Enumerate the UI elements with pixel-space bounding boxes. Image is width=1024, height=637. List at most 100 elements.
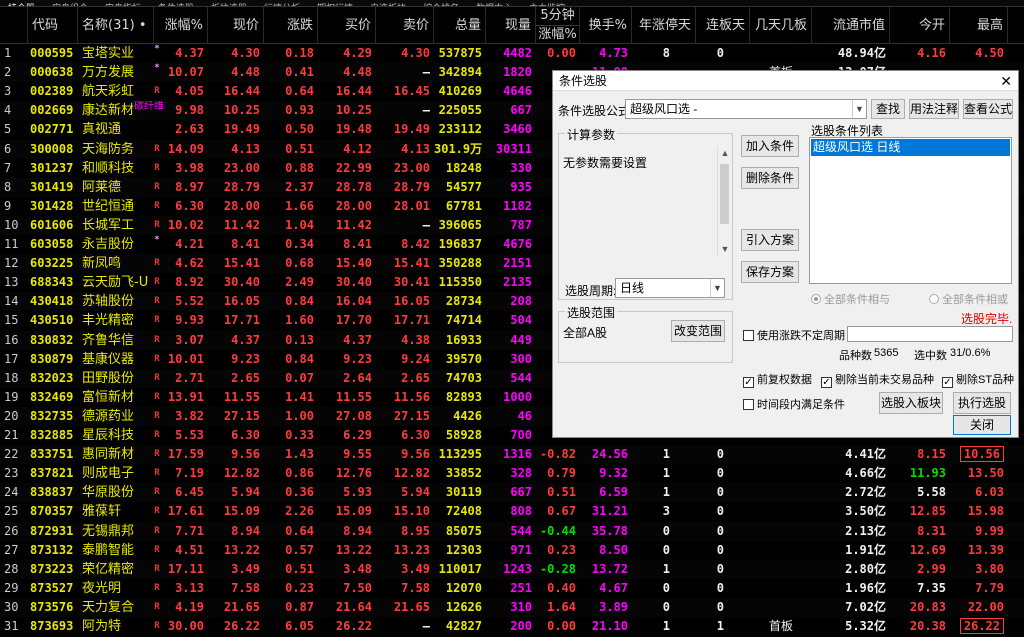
- params-scrollbar[interactable]: ▲ ▼: [717, 146, 731, 256]
- pct-change: 4.51: [175, 542, 204, 557]
- table-row[interactable]: 28 873223 荣亿精密 17.11 3.49 0.51 3.48 3.49 110017 1…: [0, 559, 1024, 579]
- change: 0.51: [285, 561, 314, 576]
- table-row[interactable]: 24 838837 华原股份 6.45 5.94 0.36 5.93 5.94 30119 667…: [0, 483, 1024, 503]
- col-5min[interactable]: 5分钟 涨幅%: [536, 7, 580, 44]
- current-volume: 330: [510, 160, 532, 175]
- table-row[interactable]: 30 873576 天力复合 4.19 21.65 0.87 21.64 21.65 12626…: [0, 597, 1024, 617]
- chevron-down-icon[interactable]: ▼: [710, 279, 724, 297]
- stock-flag: *: [154, 44, 160, 54]
- col-cur[interactable]: 现量: [486, 7, 536, 44]
- consecutive-boards: 0: [716, 466, 724, 481]
- col-pct[interactable]: 涨幅%: [154, 7, 208, 44]
- usage-notes-button[interactable]: 用法注释: [909, 99, 959, 119]
- condition-list-item[interactable]: 超级风口选 日线: [811, 139, 1010, 156]
- row-index: 2: [4, 65, 12, 80]
- table-row[interactable]: 31 873693 阿为特 30.00 26.22 6.05 26.22 — 42827 200 0…: [0, 617, 1024, 637]
- checkbox-untraded[interactable]: ✓ 剔除当前未交易品种: [821, 371, 934, 388]
- checkbox-time-period[interactable]: 时间段内满足条件: [743, 396, 845, 412]
- radio-all-and[interactable]: 全部条件相与: [811, 291, 890, 307]
- close-icon[interactable]: ✕: [1000, 71, 1012, 91]
- current-volume: 1820: [503, 65, 532, 80]
- formula-select[interactable]: 超级风口选 - ▼: [625, 99, 867, 119]
- bid: 19.48: [335, 122, 372, 137]
- row-index: 10: [4, 217, 19, 232]
- col-consecutive[interactable]: 连板天: [696, 7, 750, 44]
- change-range-button[interactable]: 改变范围: [671, 320, 725, 342]
- checkbox-st[interactable]: ✓ 剔除ST品种: [942, 371, 1014, 388]
- table-row[interactable]: 25 870357 雅葆轩 17.61 15.09 2.26 15.09 15.10 72408…: [0, 502, 1024, 522]
- table-row[interactable]: 23 837821 则成电子 7.19 12.82 0.86 12.76 12.82 33852…: [0, 464, 1024, 484]
- col-ask[interactable]: 卖价: [376, 7, 434, 44]
- col-chg[interactable]: 涨跌: [264, 7, 318, 44]
- open-price: 12.85: [909, 504, 946, 519]
- delete-condition-button[interactable]: 删除条件: [741, 167, 799, 189]
- count-value: 5365: [874, 347, 899, 359]
- radio-all-or[interactable]: 全部条件相或: [929, 291, 1008, 307]
- checkbox-box[interactable]: [743, 330, 754, 341]
- scroll-down-icon[interactable]: ▼: [718, 244, 732, 254]
- stock-flag: R: [154, 621, 160, 631]
- turnover: 4.73: [599, 46, 628, 60]
- ask: 8.95: [401, 523, 430, 538]
- stock-flag: R: [154, 143, 160, 154]
- stock-code: 603058: [30, 237, 74, 251]
- run-screen-button[interactable]: 执行选股: [953, 392, 1011, 414]
- find-button[interactable]: 查找: [871, 99, 905, 119]
- indefinite-period-input[interactable]: [847, 326, 1013, 342]
- radio-all-or-dot[interactable]: [929, 294, 939, 304]
- high-price: 7.79: [975, 580, 1004, 595]
- period-select[interactable]: 日线 ▼: [615, 278, 725, 298]
- scroll-up-icon[interactable]: ▲: [718, 148, 732, 158]
- checkbox-box[interactable]: [743, 399, 754, 410]
- add-to-block-button[interactable]: 选股入板块: [879, 392, 943, 414]
- checkbox-box[interactable]: ✓: [942, 377, 953, 388]
- row-index: 7: [4, 160, 12, 175]
- checkbox-box[interactable]: ✓: [743, 377, 754, 388]
- view-formula-button[interactable]: 查看公式: [963, 99, 1013, 119]
- stock-code: 002669: [30, 103, 74, 118]
- checkbox-box[interactable]: ✓: [821, 377, 832, 388]
- row-index: 21: [4, 428, 19, 442]
- change: 1.04: [285, 217, 314, 232]
- col-turnover[interactable]: 换手%: [580, 7, 632, 44]
- ask: 23.00: [393, 160, 430, 175]
- add-condition-button[interactable]: 加入条件: [741, 135, 799, 157]
- col-price[interactable]: 现价: [208, 7, 264, 44]
- row-index: 25: [4, 504, 19, 519]
- checkbox-indefinite-period[interactable]: 使用涨跌不定周期: [743, 327, 845, 343]
- turnover: 6.59: [599, 485, 628, 500]
- current-volume: 328: [510, 466, 532, 481]
- table-row[interactable]: 22 833751 惠同新材 17.59 9.56 1.43 9.55 9.56 113295 1…: [0, 445, 1024, 465]
- col-name[interactable]: 名称(31) •: [78, 7, 154, 44]
- scroll-thumb[interactable]: [720, 164, 729, 224]
- import-plan-button[interactable]: 引入方案: [741, 229, 799, 251]
- stock-name: 长城军工: [82, 217, 135, 233]
- turnover: 4.67: [599, 580, 628, 595]
- table-row[interactable]: 29 873527 夜光明 3.13 7.58 0.23 7.50 7.58 12070 251 0…: [0, 578, 1024, 598]
- col-mcap[interactable]: 流通市值: [812, 7, 890, 44]
- stock-flag: R: [154, 410, 160, 421]
- col-open[interactable]: 今开: [890, 7, 950, 44]
- radio-all-and-dot[interactable]: [811, 294, 821, 304]
- table-row[interactable]: 27 873132 泰鹏智能 4.51 13.22 0.57 13.22 13.23 12303…: [0, 540, 1024, 560]
- high-price-value: 26.22: [959, 618, 1004, 634]
- col-high[interactable]: 最高: [950, 7, 1008, 44]
- ask: 4.30: [401, 46, 430, 60]
- col-code[interactable]: 代码: [28, 7, 78, 44]
- col-year-limit[interactable]: 年涨停天: [632, 7, 696, 44]
- close-button[interactable]: 关闭: [953, 415, 1011, 435]
- condition-list[interactable]: 超级风口选 日线: [809, 137, 1012, 284]
- stock-name: 则成电子: [82, 466, 135, 482]
- table-row[interactable]: 26 872931 无锡鼎邦 7.71 8.94 0.64 8.94 8.95 85075 544…: [0, 521, 1024, 541]
- save-plan-button[interactable]: 保存方案: [741, 261, 799, 283]
- col-days-boards[interactable]: 几天几板: [750, 7, 812, 44]
- chevron-down-icon[interactable]: ▼: [852, 100, 866, 118]
- consecutive-boards: 0: [716, 561, 724, 576]
- checkbox-adjusted[interactable]: ✓ 前复权数据: [743, 371, 812, 388]
- table-row[interactable]: 1 000595 宝塔实业 4.37 4.30 0.18 4.29 4.30 537875 448…: [0, 44, 1024, 64]
- col-vol[interactable]: 总量: [434, 7, 486, 44]
- pct-change: 6.45: [175, 485, 204, 500]
- col-bid[interactable]: 买价: [318, 7, 376, 44]
- change: 1.60: [285, 313, 314, 328]
- high-price: 9.99: [975, 523, 1004, 538]
